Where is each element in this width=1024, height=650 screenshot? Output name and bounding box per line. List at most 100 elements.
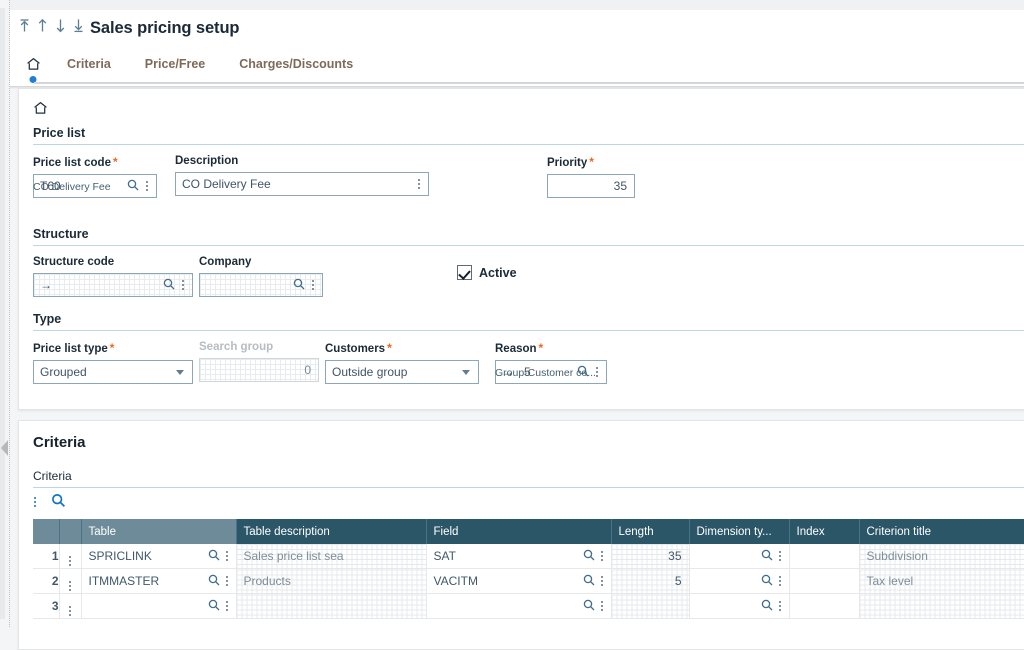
tab-charges-discounts[interactable]: Charges/Discounts <box>239 57 353 80</box>
search-icon[interactable] <box>583 599 595 614</box>
col-header-length[interactable]: Length <box>611 519 689 544</box>
col-header-rownum[interactable] <box>33 519 59 544</box>
cell-table-description-value: Products <box>237 574 291 588</box>
cell-index[interactable] <box>789 544 859 569</box>
row-number: 2 <box>33 569 59 594</box>
tab-bar-underline <box>34 82 1024 84</box>
cell-index[interactable] <box>789 569 859 594</box>
field-customers: Customers* Outside group <box>325 341 479 384</box>
cell-table[interactable] <box>81 594 236 619</box>
search-icon[interactable] <box>127 179 139 194</box>
cell-dimension-type[interactable] <box>689 569 789 594</box>
required-marker: * <box>110 341 115 355</box>
row-menu-icon[interactable] <box>66 581 74 591</box>
search-icon[interactable] <box>583 549 595 564</box>
priority-value: 35 <box>548 175 634 197</box>
structure-code-menu-icon[interactable] <box>179 280 187 290</box>
search-icon[interactable] <box>583 574 595 589</box>
company-menu-icon[interactable] <box>309 280 317 290</box>
label-reason: Reason* <box>495 341 607 355</box>
tab-price-free[interactable]: Price/Free <box>145 57 205 80</box>
row-menu-cell[interactable] <box>59 594 81 619</box>
search-icon[interactable] <box>761 574 773 589</box>
field-price-list-code: Price list code* T60 CO Delivery Fee <box>33 155 157 198</box>
price-list-code-menu-icon[interactable] <box>143 181 151 191</box>
row-menu-cell[interactable] <box>59 544 81 569</box>
cell-menu-icon[interactable] <box>598 601 606 611</box>
label-search-group: Search group <box>199 341 319 353</box>
first-record-icon[interactable] <box>18 18 31 33</box>
reason-hint: Group-Customer co... <box>495 367 596 379</box>
cell-menu-icon[interactable] <box>598 551 606 561</box>
search-icon[interactable] <box>761 549 773 564</box>
cell-criterion-title <box>859 594 1024 619</box>
cell-menu-icon[interactable] <box>598 576 606 586</box>
cell-field-value: VACITM <box>427 574 478 588</box>
structure-code-input[interactable]: → <box>33 273 193 297</box>
panel-collapse-handle[interactable] <box>1 440 8 456</box>
col-header-dimension-type[interactable]: Dimension ty... <box>689 519 789 544</box>
structure-code-link-arrow-icon[interactable]: → <box>34 274 56 296</box>
section-rule-structure <box>33 245 1024 246</box>
last-record-icon[interactable] <box>72 18 85 33</box>
active-checkbox[interactable] <box>457 265 472 280</box>
description-input[interactable]: CO Delivery Fee <box>175 172 429 196</box>
next-record-icon[interactable] <box>54 18 67 33</box>
active-checkbox-group[interactable]: Active <box>457 265 517 280</box>
search-icon[interactable] <box>293 278 305 293</box>
search-icon[interactable] <box>208 549 220 564</box>
previous-record-icon[interactable] <box>36 18 49 33</box>
row-menu-cell[interactable] <box>59 569 81 594</box>
cell-field[interactable]: VACITM <box>426 569 611 594</box>
description-menu-icon[interactable] <box>415 179 423 189</box>
cell-field[interactable] <box>426 594 611 619</box>
row-menu-icon[interactable] <box>66 606 74 616</box>
cell-menu-icon[interactable] <box>223 601 231 611</box>
table-row[interactable]: 1 SPRICLINK Sale <box>33 544 1024 569</box>
breadcrumb-home-icon[interactable] <box>33 101 48 118</box>
tab-criteria[interactable]: Criteria <box>67 57 111 80</box>
col-header-table-description[interactable]: Table description <box>236 519 426 544</box>
col-header-table[interactable]: Table <box>81 519 236 544</box>
search-icon[interactable] <box>208 599 220 614</box>
search-icon[interactable] <box>761 599 773 614</box>
table-row[interactable]: 3 <box>33 594 1024 619</box>
cell-table[interactable]: ITMMASTER <box>81 569 236 594</box>
cell-dimension-type[interactable] <box>689 544 789 569</box>
kebab-menu-icon[interactable] <box>31 497 39 507</box>
customers-select[interactable]: Outside group <box>325 360 479 384</box>
table-header-row: Table Table description Field Length Dim… <box>33 519 1024 544</box>
col-header-index[interactable]: Index <box>789 519 859 544</box>
search-icon[interactable] <box>163 278 175 293</box>
cell-length <box>611 594 689 619</box>
cell-menu-icon[interactable] <box>776 601 784 611</box>
search-icon[interactable] <box>208 574 220 589</box>
company-input[interactable] <box>199 273 323 297</box>
cell-index[interactable] <box>789 594 859 619</box>
cell-criterion-title: Tax level <box>859 569 1024 594</box>
search-icon[interactable] <box>51 493 66 511</box>
tab-home[interactable] <box>24 57 41 83</box>
cell-length-value: 35 <box>612 549 689 563</box>
left-rail <box>0 0 10 627</box>
label-company: Company <box>199 256 323 268</box>
cell-table-description: Products <box>236 569 426 594</box>
table-row[interactable]: 2 ITMMASTER Prod <box>33 569 1024 594</box>
cell-menu-icon[interactable] <box>223 551 231 561</box>
cell-field[interactable]: SAT <box>426 544 611 569</box>
cell-menu-icon[interactable] <box>776 551 784 561</box>
cell-menu-icon[interactable] <box>223 576 231 586</box>
cell-menu-icon[interactable] <box>776 576 784 586</box>
priority-input[interactable]: 35 <box>547 174 635 198</box>
cell-dimension-type[interactable] <box>689 594 789 619</box>
col-header-field[interactable]: Field <box>426 519 611 544</box>
col-header-kebab[interactable] <box>59 519 81 544</box>
col-header-criterion-title[interactable]: Criterion title <box>859 519 1024 544</box>
cell-table-description <box>236 594 426 619</box>
price-list-type-select[interactable]: Grouped <box>33 360 193 384</box>
field-priority: Priority* 35 <box>547 155 635 198</box>
row-menu-icon[interactable] <box>66 556 74 566</box>
cell-table[interactable]: SPRICLINK <box>81 544 236 569</box>
search-group-input: 0 <box>199 358 319 382</box>
chevron-down-icon <box>176 370 184 375</box>
